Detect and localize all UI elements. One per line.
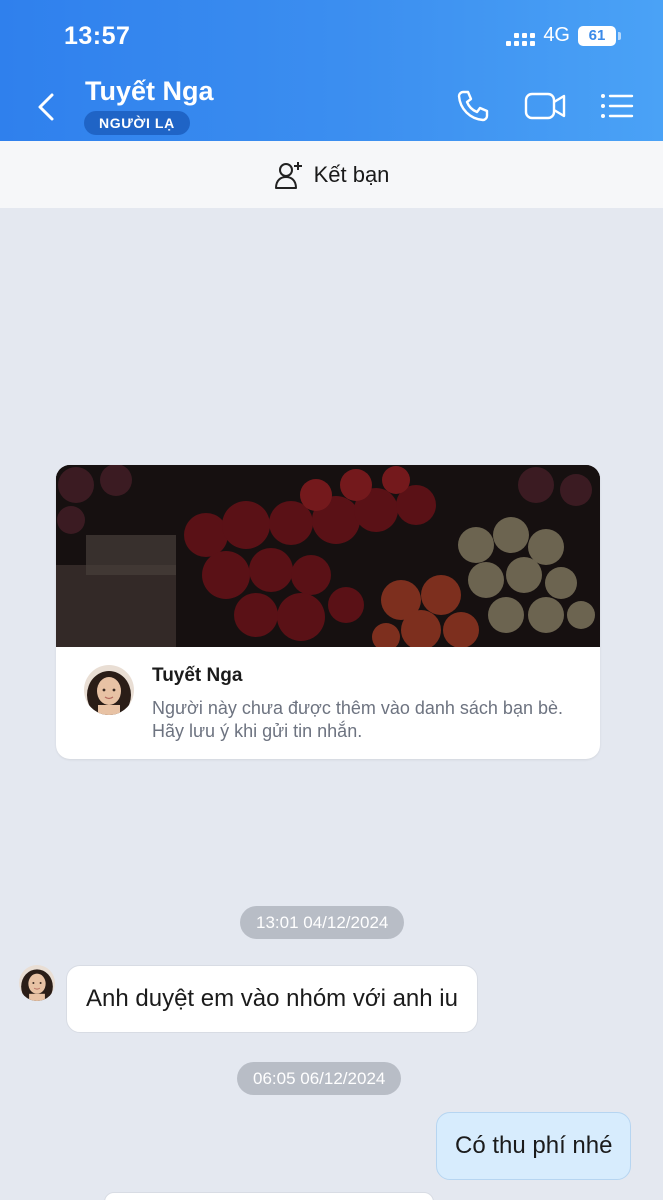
avatar[interactable] — [84, 665, 134, 715]
incoming-message[interactable]: Anh duyệt em vào nhóm với anh iu — [66, 965, 478, 1033]
contact-name[interactable]: Tuyết Nga — [85, 76, 214, 107]
avatar[interactable] — [19, 965, 55, 1001]
card-contact-name: Tuyết Nga — [152, 665, 243, 686]
back-icon[interactable] — [34, 92, 58, 122]
partial-message-bubble[interactable] — [104, 1192, 434, 1200]
cover-photo — [56, 465, 600, 647]
menu-icon[interactable] — [599, 88, 635, 124]
video-call-icon[interactable] — [524, 88, 566, 124]
stranger-warning: Người này chưa được thêm vào danh sách b… — [152, 698, 563, 741]
profile-card[interactable]: Tuyết Nga Người này chưa được thêm vào d… — [56, 465, 600, 759]
call-icon[interactable] — [455, 88, 491, 124]
signal-icon — [506, 26, 536, 46]
add-friend-button[interactable]: Kết bạn — [0, 141, 663, 208]
message-timestamp: 06:05 06/12/2024 — [237, 1062, 402, 1095]
add-user-icon — [274, 161, 302, 189]
status-indicators: 4G 61 — [506, 24, 621, 47]
battery-level: 61 — [578, 25, 616, 46]
battery-icon: 61 — [578, 25, 621, 46]
chat-header: 13:57 4G 61 Tuyết Nga NGƯỜI LẠ — [0, 0, 663, 141]
message-timestamp: 13:01 04/12/2024 — [240, 906, 405, 939]
outgoing-message[interactable]: Có thu phí nhé — [436, 1112, 632, 1180]
add-friend-label: Kết bạn — [313, 161, 390, 187]
network-label: 4G — [543, 24, 570, 46]
stranger-badge: NGƯỜI LẠ — [84, 111, 190, 135]
status-time: 13:57 — [64, 22, 131, 50]
